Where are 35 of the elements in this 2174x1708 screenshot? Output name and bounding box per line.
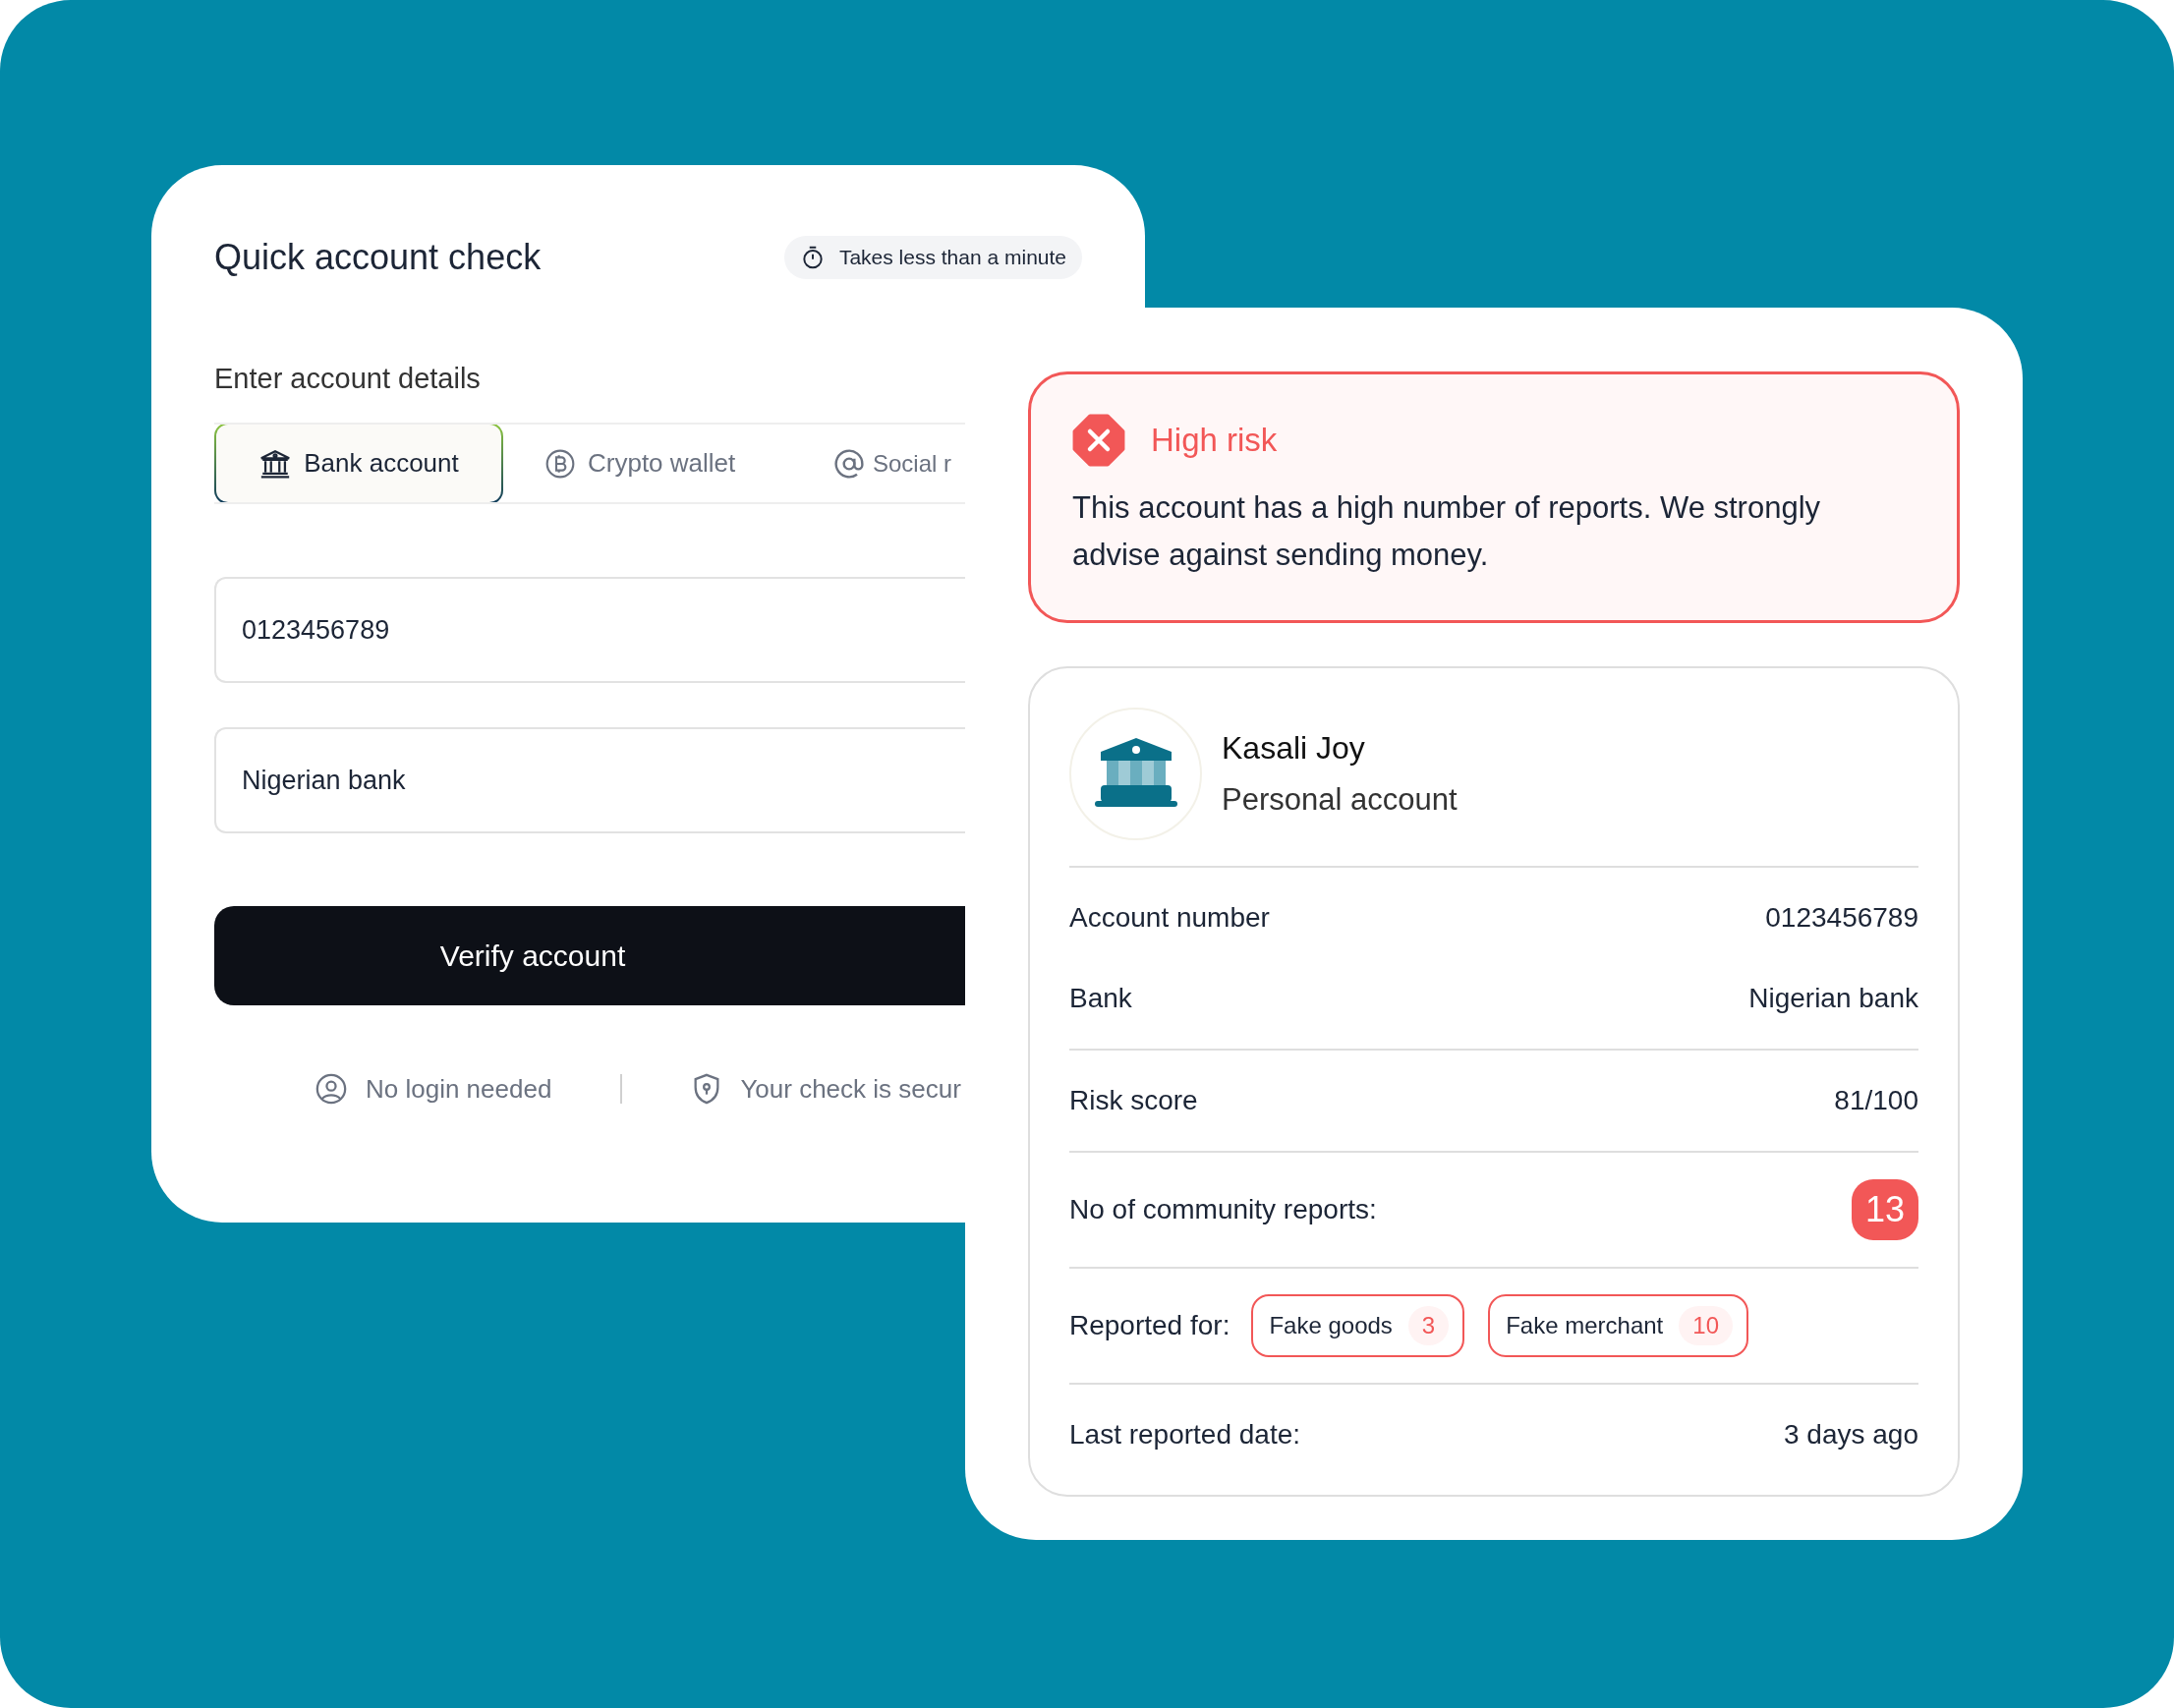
tab[interactable]: Crypto wallet xyxy=(503,425,792,502)
alert-message: This account has a high number of reports. We strongly advise against sending money. xyxy=(1072,489,1822,574)
row-label: Account number xyxy=(1069,902,1270,934)
row-label: Last reported date: xyxy=(1069,1419,1301,1451)
verify-button[interactable]: Verify account xyxy=(214,906,965,1005)
row-label: Reported for: xyxy=(1069,1310,1230,1341)
account-type: Personal account xyxy=(1222,782,1458,818)
row-label: Risk score xyxy=(1069,1085,1198,1116)
bitcoin-icon xyxy=(544,447,576,480)
count-badge: 13 xyxy=(1851,1179,1918,1240)
row-value: 3 days ago xyxy=(1784,1419,1918,1451)
row-value: 0123456789 xyxy=(1765,902,1918,934)
user-icon xyxy=(315,1072,348,1106)
section-label: Enter account details xyxy=(214,363,482,395)
tab[interactable]: Social r xyxy=(792,425,965,502)
account-name: Kasali Joy xyxy=(1222,730,1366,767)
at-sign-icon xyxy=(833,447,865,480)
alert-title: High risk xyxy=(1151,422,1278,459)
row-label: Bank xyxy=(1069,983,1132,1014)
note-text: Your check is secur xyxy=(740,1073,961,1105)
note-text: No login needed xyxy=(366,1073,552,1105)
tag-count: 3 xyxy=(1407,1306,1450,1345)
bank-icon xyxy=(258,447,293,480)
row-value: 81/100 xyxy=(1834,1085,1918,1116)
card-title: Quick account check xyxy=(214,237,542,278)
tag-label: Fake goods xyxy=(1269,1312,1393,1339)
tab[interactable]: Bank account xyxy=(214,425,503,502)
badge-text: Takes less than a minute xyxy=(838,246,1066,269)
input-field[interactable]: 0123456789 xyxy=(214,577,965,683)
tag-count: 10 xyxy=(1679,1306,1733,1345)
input-field[interactable]: Nigerian bank xyxy=(214,727,965,833)
error-icon xyxy=(1072,414,1125,467)
row-label: No of community reports: xyxy=(1069,1194,1377,1225)
row-value: Nigerian bank xyxy=(1748,983,1918,1014)
tag-label: Fake merchant xyxy=(1506,1312,1664,1339)
